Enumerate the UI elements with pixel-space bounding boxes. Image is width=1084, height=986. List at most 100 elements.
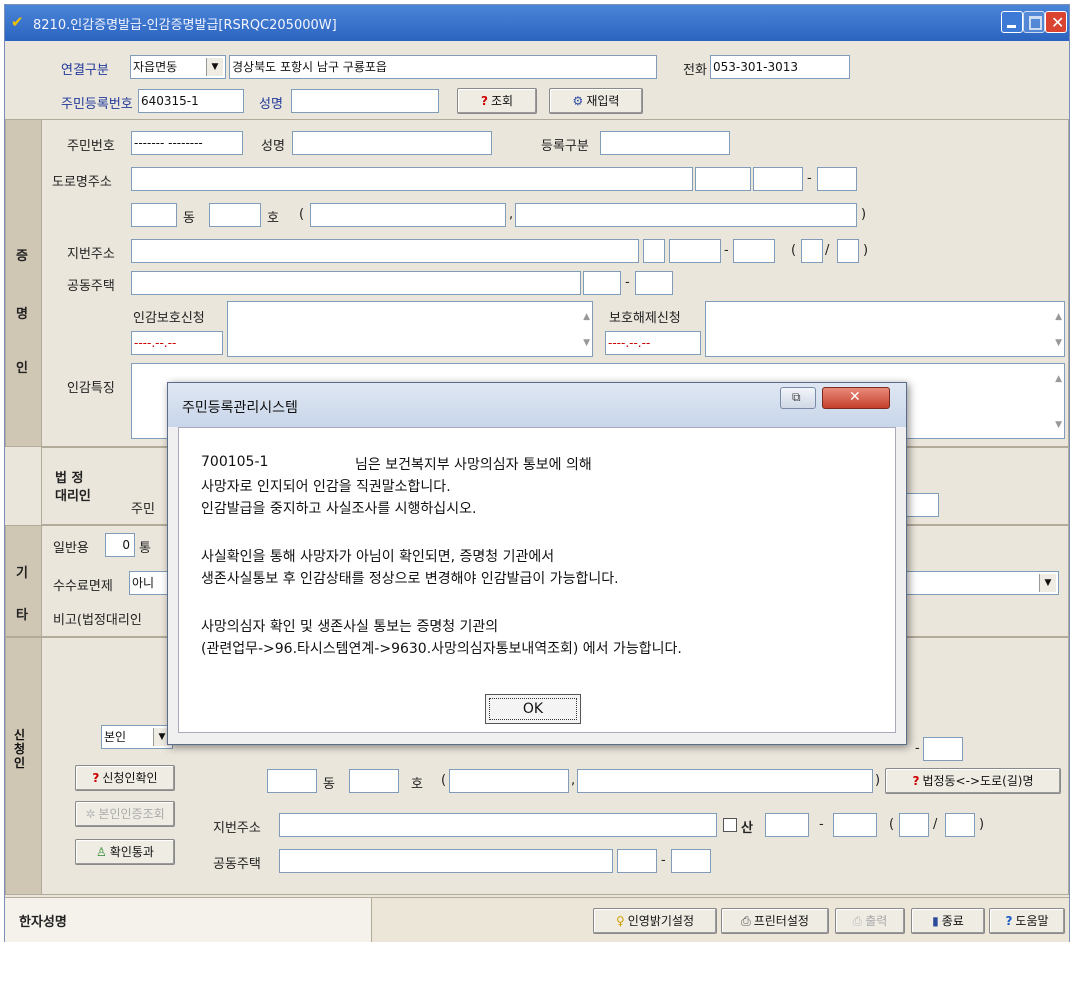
jibun-sub[interactable]: [733, 239, 775, 263]
name-input[interactable]: [291, 89, 439, 113]
applicant-jibun-field[interactable]: [279, 813, 717, 837]
relation-select[interactable]: 본인 ▼: [101, 725, 173, 749]
search-button[interactable]: ? 조회: [457, 88, 537, 114]
printer-settings-button[interactable]: ⎙ 프린터설정: [721, 908, 829, 934]
person-icon: ♙: [96, 845, 107, 859]
apt-field[interactable]: [131, 271, 581, 295]
applicant-extra-field-2[interactable]: [577, 769, 873, 793]
road-building-sub[interactable]: [817, 167, 857, 191]
san-label: 산: [741, 821, 753, 836]
search-button-label: 조회: [490, 94, 514, 108]
road-extra-field-2[interactable]: [515, 203, 857, 227]
applicant-jibun-main[interactable]: [765, 813, 809, 837]
san-checkbox[interactable]: [723, 818, 737, 832]
cert-side-label: 증 명 인: [6, 120, 42, 446]
connection-select[interactable]: 자읍면동 ▼: [130, 55, 226, 79]
road-dong-field[interactable]: [131, 203, 177, 227]
apt-dong[interactable]: [583, 271, 621, 295]
paren-close: ): [861, 207, 867, 222]
applicant-jibun-sub[interactable]: [833, 813, 877, 837]
applicant-sub-field[interactable]: [923, 737, 963, 761]
applicant-ho-field[interactable]: [349, 769, 399, 793]
address-field[interactable]: 경상북도 포항시 남구 구룡포읍: [229, 55, 657, 79]
apt-ho[interactable]: [635, 271, 673, 295]
road-extra-field[interactable]: [310, 203, 506, 227]
reset-button[interactable]: ⚙ 재입력: [549, 88, 643, 114]
road-toggle-button[interactable]: ? 법정동<->도로(길)명: [885, 768, 1061, 794]
exit-button[interactable]: ▮ 종료: [911, 908, 985, 934]
unprotect-label: 보호해제신청: [609, 311, 681, 326]
close-icon: ✕: [1051, 13, 1065, 32]
close-button[interactable]: ✕: [1045, 11, 1067, 33]
applicant-apt-ho[interactable]: [671, 849, 711, 873]
road-building-main[interactable]: [753, 167, 803, 191]
alert-dialog: 주민등록관리시스템 ⧉ ✕ 700105-1 님은 보건복지부 사망의심자 통보…: [167, 382, 907, 745]
jibun-extra-2[interactable]: [837, 239, 859, 263]
dialog-restore-button[interactable]: ⧉: [780, 387, 816, 409]
jibun-extra-1[interactable]: [801, 239, 823, 263]
cert-rrn-field[interactable]: ------- --------: [131, 131, 243, 155]
applicant-extra-field[interactable]: [449, 769, 569, 793]
applicant-apt-field[interactable]: [279, 849, 613, 873]
ok-button[interactable]: OK: [485, 694, 581, 724]
name-label: 성명: [259, 97, 283, 112]
jibun-field[interactable]: [131, 239, 639, 263]
applicant-dong-field[interactable]: [267, 769, 317, 793]
maximize-button[interactable]: [1023, 11, 1045, 33]
road-ho-field[interactable]: [209, 203, 261, 227]
phone-field[interactable]: 053-301-3013: [710, 55, 850, 79]
help-button[interactable]: ? 도움말: [989, 908, 1065, 934]
app-icon: ✔: [11, 13, 24, 31]
minimize-icon: [1007, 25, 1016, 28]
seal-brightness-button[interactable]: ♀ 인영밝기설정: [593, 908, 717, 934]
unprotect-date[interactable]: ----.--.--: [605, 331, 701, 355]
copies-input[interactable]: 0: [105, 533, 135, 557]
road-building-no[interactable]: [695, 167, 751, 191]
ho-label: 호: [267, 211, 279, 226]
connection-label: 연결구분: [61, 63, 109, 78]
legal-label-1: 법 정: [55, 471, 84, 486]
road-address-field[interactable]: [131, 167, 693, 191]
window-title: 8210.인감증명발급-인감증명발급[RSRQC205000W]: [33, 18, 337, 33]
cert-name-field[interactable]: [292, 131, 492, 155]
cert-side-char-3: 인: [16, 361, 28, 376]
ho-label-2: 호: [411, 777, 423, 792]
paren-close-3: ): [875, 773, 881, 788]
jibun-main[interactable]: [669, 239, 721, 263]
phone-label: 전화: [683, 63, 707, 78]
applicant-jibun-label: 지번주소: [213, 821, 261, 836]
reg-type-field[interactable]: [600, 131, 730, 155]
pass-button[interactable]: ♙ 확인통과: [75, 839, 175, 865]
dialog-title: 주민등록관리시스템: [182, 400, 298, 416]
comma-text: ,: [509, 207, 514, 222]
legal-extra-field[interactable]: [905, 493, 939, 517]
minimize-button[interactable]: [1001, 11, 1023, 33]
question-icon: ?: [912, 774, 920, 788]
exit-button-label: 종료: [941, 914, 964, 928]
fee-value: 아니: [132, 576, 155, 590]
dialog-close-button[interactable]: ✕: [822, 387, 890, 409]
print-button[interactable]: ⎙ 출력: [835, 908, 905, 934]
etc-side-char-1: 기: [16, 566, 28, 581]
help-icon: ?: [1005, 914, 1013, 928]
protect-memo[interactable]: ▲ ▼: [227, 301, 593, 357]
protect-date[interactable]: ----.--.--: [131, 331, 223, 355]
applicant-jibun-extra-1[interactable]: [899, 813, 929, 837]
id-verify-button[interactable]: ✲ 본인인증조회: [75, 801, 175, 827]
dialog-line-2: 사망자로 인지되어 인감을 직권말소합니다.: [201, 479, 451, 495]
door-icon: ▮: [932, 914, 939, 928]
print-icon: ⎙: [852, 914, 863, 928]
question-icon: ?: [480, 94, 488, 108]
road-toggle-label: 법정동<->도로(길)명: [922, 774, 1034, 788]
hanja-label: 한자성명: [19, 915, 67, 930]
copies-unit: 통: [139, 541, 151, 556]
rrn-input[interactable]: 640315-1: [138, 89, 244, 113]
jibun-san[interactable]: [643, 239, 665, 263]
applicant-apt-dong[interactable]: [617, 849, 657, 873]
etc-side-char-2: 타: [16, 608, 28, 623]
dong-label: 동: [183, 211, 195, 226]
applicant-jibun-extra-2[interactable]: [945, 813, 975, 837]
check-applicant-button[interactable]: ? 신청인확인: [75, 765, 175, 791]
unprotect-memo[interactable]: ▲ ▼: [705, 301, 1065, 357]
dialog-body: 700105-1 님은 보건복지부 사망의심자 통보에 의해 사망자로 인지되어…: [178, 427, 896, 733]
